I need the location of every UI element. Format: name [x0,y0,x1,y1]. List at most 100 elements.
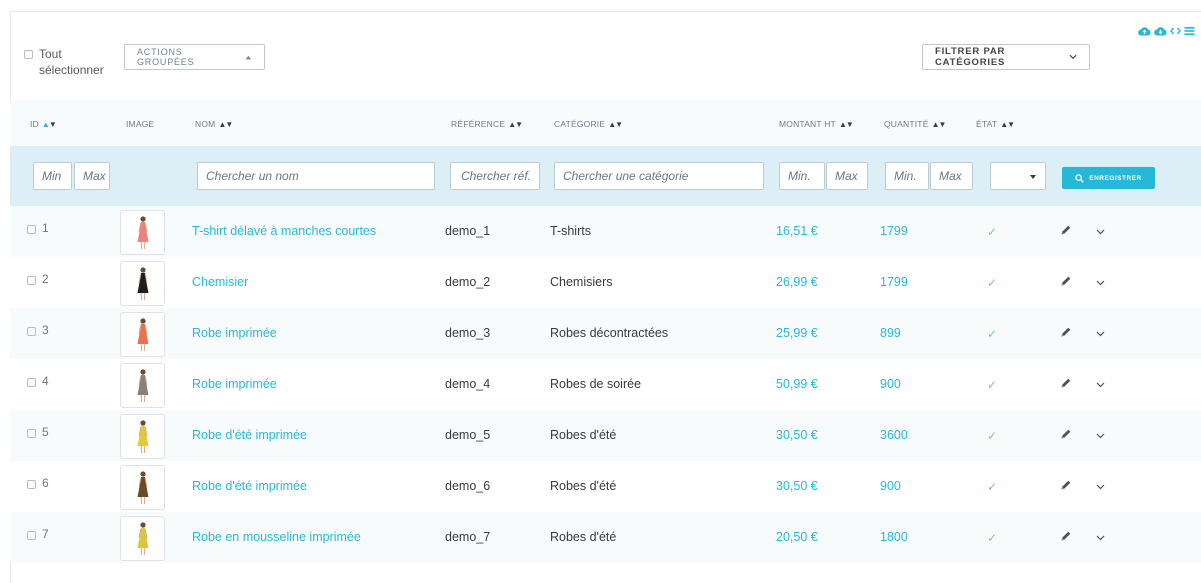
edit-pencil-icon[interactable] [1060,479,1072,494]
row-checkbox[interactable] [27,276,36,285]
product-thumbnail[interactable] [120,516,165,561]
save-filter-button[interactable]: ENREGISTRER [1062,167,1155,189]
status-enabled-check-icon[interactable]: ✓ [987,429,997,443]
row-id: 6 [27,476,49,490]
product-quantity[interactable]: 1799 [880,275,908,289]
status-enabled-check-icon[interactable]: ✓ [987,378,997,392]
row-checkbox[interactable] [27,378,36,387]
table-row[interactable]: 4 Robe imprimée demo_4 Robes de soirée 5… [10,359,1201,410]
edit-pencil-icon[interactable] [1060,428,1072,443]
sort-icon[interactable]: ▲▼ [508,120,523,129]
column-header-category[interactable]: CATÉGORIE ▲▼ [554,119,623,129]
edit-pencil-icon[interactable] [1060,377,1072,392]
product-quantity[interactable]: 3600 [880,428,908,442]
product-thumbnail[interactable] [120,465,165,510]
quantity-min-input[interactable]: Min. [885,162,929,190]
sort-icon[interactable]: ▲▼ [218,120,233,129]
sort-icon[interactable]: ▲▼ [42,120,57,129]
table-row[interactable]: 1 T-shirt délavé à manches courtes demo_… [10,206,1201,257]
reference-search-input[interactable]: Chercher réf. [450,162,540,190]
product-name-link[interactable]: Robe d'été imprimée [192,428,307,442]
product-quantity[interactable]: 1799 [880,224,908,238]
column-header-price[interactable]: MONTANT HT ▲▼ [779,119,854,129]
product-name-link[interactable]: Robe d'été imprimée [192,479,307,493]
product-name-link[interactable]: Robe imprimée [192,377,277,391]
bulk-actions-button[interactable]: ACTIONS GROUPÉES [124,44,265,70]
chevron-down-icon[interactable] [1096,326,1105,340]
product-quantity[interactable]: 1800 [880,530,908,544]
product-thumbnail[interactable] [120,312,165,357]
quantity-max-input[interactable]: Max [930,162,973,190]
row-checkbox[interactable] [27,225,36,234]
sort-icon[interactable]: ▲▼ [608,120,623,129]
cloud-upload-icon[interactable] [1138,26,1151,36]
product-thumbnail[interactable] [120,414,165,459]
status-enabled-check-icon[interactable]: ✓ [987,276,997,290]
price-max-input[interactable]: Max [826,162,868,190]
table-row[interactable]: 6 Robe d'été imprimée demo_6 Robes d'été… [10,461,1201,512]
product-thumbnail[interactable] [120,261,165,306]
product-price[interactable]: 16,51 € [776,224,818,238]
product-price[interactable]: 20,50 € [776,530,818,544]
id-max-input[interactable]: Max [74,162,110,190]
cloud-download-icon[interactable] [1154,26,1167,36]
row-checkbox[interactable] [27,429,36,438]
price-min-input[interactable]: Min. [779,162,825,190]
product-price[interactable]: 26,99 € [776,275,818,289]
chevron-down-icon[interactable] [1096,428,1105,442]
product-name-link[interactable]: T-shirt délavé à manches courtes [192,224,376,238]
table-row[interactable]: 7 Robe en mousseline imprimée demo_7 Rob… [10,512,1201,563]
row-checkbox[interactable] [27,480,36,489]
row-checkbox[interactable] [27,327,36,336]
column-header-name[interactable]: NOM ▲▼ [195,119,233,129]
filter-categories-button[interactable]: FILTRER PAR CATÉGORIES [922,44,1090,70]
product-price[interactable]: 25,99 € [776,326,818,340]
column-header-reference[interactable]: RÉFÉRENCE ▲▼ [451,119,523,129]
table-row[interactable]: 3 Robe imprimée demo_3 Robes décontracté… [10,308,1201,359]
select-all[interactable]: Tout sélectionner [24,46,104,78]
status-enabled-check-icon[interactable]: ✓ [987,225,997,239]
product-price[interactable]: 30,50 € [776,479,818,493]
chevron-down-icon[interactable] [1096,530,1105,544]
sort-icon[interactable]: ▲▼ [839,120,854,129]
table-row[interactable]: 5 Robe d'été imprimée demo_5 Robes d'été… [10,410,1201,461]
product-thumbnail[interactable] [120,363,165,408]
product-name-link[interactable]: Robe en mousseline imprimée [192,530,361,544]
status-select[interactable] [990,162,1046,190]
product-name-link[interactable]: Robe imprimée [192,326,277,340]
edit-pencil-icon[interactable] [1060,530,1072,545]
chevron-down-icon[interactable] [1096,275,1105,289]
column-header-image: IMAGE [126,119,155,129]
product-quantity[interactable]: 900 [880,479,901,493]
edit-pencil-icon[interactable] [1060,275,1072,290]
product-quantity[interactable]: 899 [880,326,901,340]
row-checkbox[interactable] [27,531,36,540]
name-search-input[interactable]: Chercher un nom [197,162,435,190]
product-price[interactable]: 50,99 € [776,377,818,391]
row-id: 2 [27,272,49,286]
chevron-down-icon[interactable] [1096,224,1105,238]
chevron-down-icon[interactable] [1096,377,1105,391]
product-price[interactable]: 30,50 € [776,428,818,442]
caret-down-icon [1030,175,1036,179]
status-enabled-check-icon[interactable]: ✓ [987,327,997,341]
status-enabled-check-icon[interactable]: ✓ [987,480,997,494]
status-enabled-check-icon[interactable]: ✓ [987,531,997,545]
edit-pencil-icon[interactable] [1060,326,1072,341]
column-header-quantity[interactable]: QUANTITÉ ▲▼ [884,119,947,129]
column-header-status[interactable]: ÉTAT ▲▼ [976,119,1015,129]
id-min-input[interactable]: Min [33,162,72,190]
chevron-down-icon[interactable] [1096,479,1105,493]
product-quantity[interactable]: 900 [880,377,901,391]
column-header-id[interactable]: ID ▲▼ [30,119,57,129]
product-thumbnail[interactable] [120,210,165,255]
code-icon[interactable] [1170,26,1181,36]
menu-icon[interactable] [1184,26,1195,36]
category-search-input[interactable]: Chercher une catégorie [554,162,764,190]
product-name-link[interactable]: Chemisier [192,275,248,289]
select-all-checkbox[interactable] [24,50,33,59]
table-row[interactable]: 2 Chemisier demo_2 Chemisiers 26,99 € 17… [10,257,1201,308]
sort-icon[interactable]: ▲▼ [1000,120,1015,129]
sort-icon[interactable]: ▲▼ [932,120,947,129]
edit-pencil-icon[interactable] [1060,224,1072,239]
